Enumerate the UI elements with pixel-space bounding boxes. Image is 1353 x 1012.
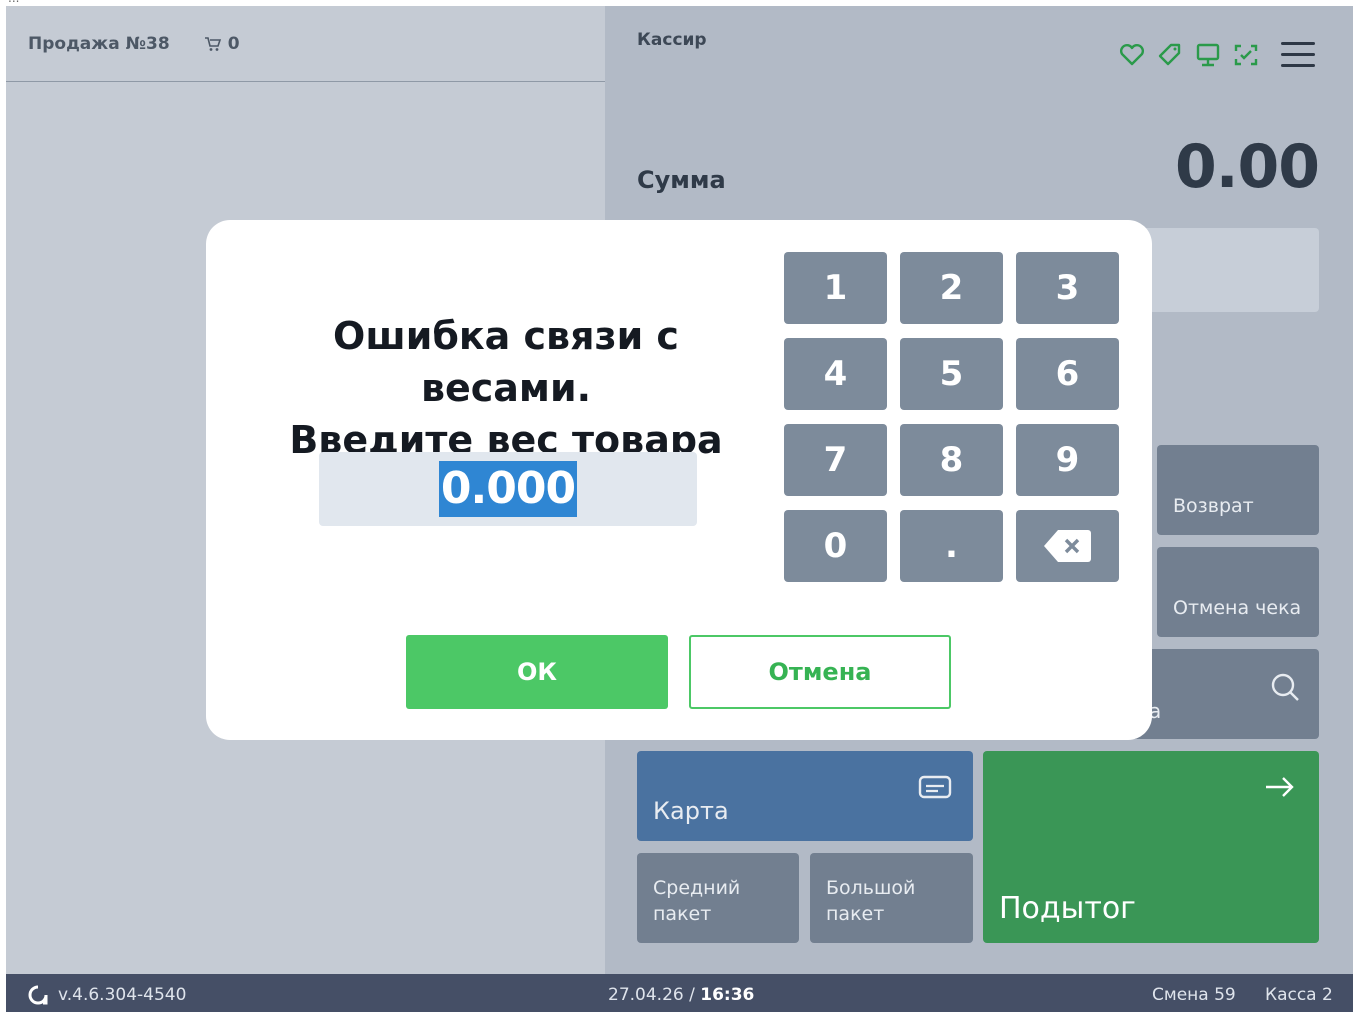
key-2[interactable]: 2 [900, 252, 1003, 324]
ok-button[interactable]: ОК [406, 635, 668, 709]
cancel-button[interactable]: Отмена [689, 635, 951, 709]
key-9[interactable]: 9 [1016, 424, 1119, 496]
app-logo-icon [28, 985, 48, 1005]
dialog-title: Ошибка связи с весами. Введите вес товар… [246, 310, 766, 466]
key-decimal-point[interactable]: . [900, 510, 1003, 582]
date-time-separator: / [689, 985, 695, 1005]
key-8[interactable]: 8 [900, 424, 1003, 496]
version-info: v.4.6.304-4540 [28, 985, 186, 1005]
key-0[interactable]: 0 [784, 510, 887, 582]
weight-input[interactable]: 0.000 [319, 452, 697, 526]
key-3[interactable]: 3 [1016, 252, 1119, 324]
dialog-title-line1: Ошибка связи с весами. [333, 314, 679, 410]
shift-text: Смена 59 [1152, 985, 1236, 1005]
pos-window: Продажа №38 0 Кассир Сумма 0.00 Возврат … [6, 6, 1353, 1012]
backspace-key[interactable] [1016, 510, 1119, 582]
key-4[interactable]: 4 [784, 338, 887, 410]
top-strip-text: ... [8, 0, 19, 5]
weight-entry-dialog: Ошибка связи с весами. Введите вес товар… [206, 220, 1152, 740]
date-text: 27.04.26 [608, 985, 684, 1005]
key-1[interactable]: 1 [784, 252, 887, 324]
date-time: 27.04.26 / 16:36 [608, 985, 754, 1005]
version-text: v.4.6.304-4540 [58, 985, 187, 1005]
key-7[interactable]: 7 [784, 424, 887, 496]
till-text: Касса 2 [1265, 985, 1333, 1005]
status-bar: v.4.6.304-4540 27.04.26 / 16:36 Смена 59… [6, 974, 1353, 1012]
weight-value: 0.000 [438, 461, 578, 517]
key-5[interactable]: 5 [900, 338, 1003, 410]
modal-overlay: Ошибка связи с весами. Введите вес товар… [6, 6, 1353, 974]
backspace-icon [1043, 530, 1091, 562]
key-6[interactable]: 6 [1016, 338, 1119, 410]
time-text: 16:36 [700, 985, 755, 1005]
